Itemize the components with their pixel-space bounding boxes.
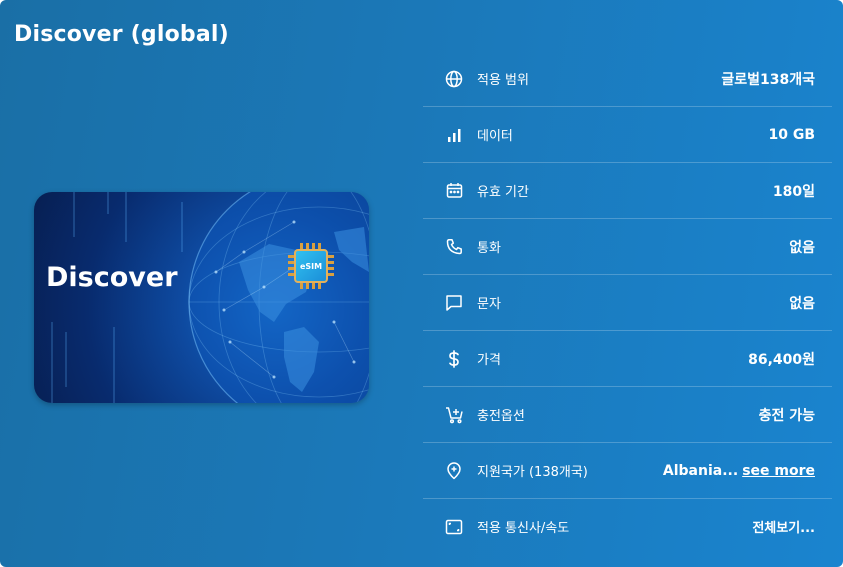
frame-icon [444,517,464,537]
spec-row-carrier: 적용 통신사/속도 전체보기... [423,499,832,554]
spec-value: 충전 가능 [758,407,815,424]
spec-row-call: 통화 없음 [423,219,832,275]
spec-value: 10 GB [768,126,815,143]
spec-row-sms: 문자 없음 [423,275,832,331]
signal-bars-icon [444,125,464,145]
spec-label: 데이터 [477,129,513,144]
spec-label: 유효 기간 [477,185,529,200]
cart-plus-icon [444,405,464,425]
spec-label: 적용 범위 [477,73,529,88]
see-more-link[interactable]: see more [742,463,815,479]
spec-value: 글로벌138개국 [721,71,815,88]
spec-label: 문자 [477,297,501,312]
view-all-link[interactable]: 전체보기... [752,517,815,536]
spec-label: 충전옵션 [477,409,525,424]
spec-row-validity: 유효 기간 180일 [423,163,832,219]
countries-preview: Albania... [662,462,739,479]
phone-icon [444,237,464,257]
calendar-icon [444,181,464,201]
dollar-icon [444,349,464,369]
spec-value: 180일 [772,183,815,200]
spec-row-coverage: 적용 범위 글로벌138개국 [423,51,832,107]
spec-label: 가격 [477,353,501,368]
chat-icon [444,293,464,313]
spec-value: Albania... see more [663,463,815,479]
globe-icon [444,69,464,89]
esim-card-image: Discover eSIM [34,192,369,403]
product-detail-panel: Discover (global) Discover eSIM 적용 범위 글로… [0,0,843,567]
spec-row-countries: 지원국가 (138개국) Albania... see more [423,443,832,499]
location-plus-icon [444,461,464,481]
spec-label: 지원국가 (138개국) [477,465,588,480]
spec-value: 없음 [789,295,815,312]
spec-label: 적용 통신사/속도 [477,521,570,536]
page-title: Discover (global) [14,22,229,47]
spec-value: 86,400원 [748,351,815,368]
spec-row-data: 데이터 10 GB [423,107,832,163]
spec-row-topup: 충전옵션 충전 가능 [423,387,832,443]
spec-label: 통화 [477,241,501,256]
esim-chip-icon: eSIM [294,249,328,283]
card-brand-name: Discover [46,262,178,293]
globe-network-graphic [51,192,369,403]
spec-list: 적용 범위 글로벌138개국 데이터 10 GB 유효 기간 180일 통화 없… [423,51,832,554]
spec-value: 없음 [789,239,815,256]
spec-row-price: 가격 86,400원 [423,331,832,387]
